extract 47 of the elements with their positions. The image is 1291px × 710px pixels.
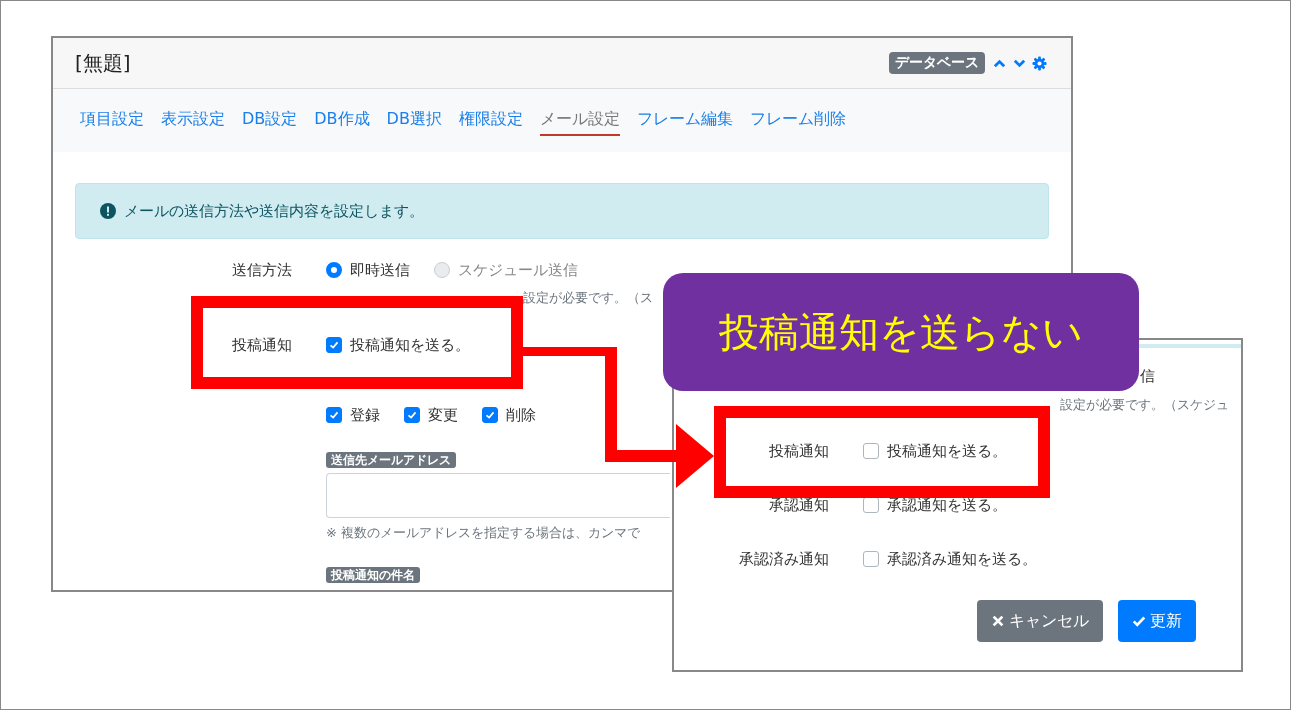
- exclamation-icon: [100, 203, 116, 219]
- help-text: ※ 複数のメールアドレスを指定する場合は、カンマで: [326, 525, 641, 540]
- settings-tab[interactable]: フレーム削除: [749, 105, 846, 136]
- field-label: 送信方法: [231, 260, 292, 280]
- checkbox[interactable]: [863, 443, 879, 459]
- callout: 投稿通知を送らない: [663, 273, 1139, 391]
- checkbox[interactable]: [863, 551, 879, 567]
- field-label: 投稿通知: [768, 441, 829, 461]
- checkbox[interactable]: [326, 337, 342, 353]
- checkbox[interactable]: [326, 407, 342, 423]
- checkbox-label: 投稿通知を送る。: [350, 335, 470, 355]
- checkbox[interactable]: [482, 407, 498, 423]
- plugin-badge: データベース: [889, 52, 985, 74]
- checkbox-label: 承認通知を送る。: [887, 495, 1007, 515]
- checkbox-label: 削除: [506, 405, 536, 425]
- field-label: 承認通知: [768, 495, 829, 515]
- checkbox-label: 登録: [350, 405, 380, 425]
- settings-tab[interactable]: 項目設定: [80, 105, 144, 136]
- settings-icon[interactable]: [1032, 55, 1047, 71]
- settings-tab[interactable]: DB設定: [242, 105, 298, 136]
- option-label: 信: [1140, 367, 1155, 385]
- checkbox-label: 変更: [428, 405, 458, 425]
- checkbox-label: 投稿通知を送る。: [887, 441, 1007, 461]
- alert-text: メールの送信方法や送信内容を設定します。: [124, 201, 424, 221]
- checkbox-label: 承認済み通知を送る。: [887, 549, 1037, 569]
- settings-tab[interactable]: 表示設定: [161, 105, 225, 136]
- radio-button[interactable]: [326, 262, 342, 278]
- settings-tab[interactable]: メール設定: [539, 105, 620, 136]
- check-icon: [1132, 614, 1146, 628]
- update-button[interactable]: 更新: [1118, 600, 1196, 642]
- field-badge: 投稿通知の件名: [326, 567, 420, 583]
- cancel-button[interactable]: キャンセル: [977, 600, 1103, 642]
- field-label: 承認済み通知: [738, 549, 829, 569]
- settings-tab[interactable]: フレーム編集: [636, 105, 733, 136]
- settings-tab[interactable]: DB作成: [314, 105, 370, 136]
- field-badge: 送信先メールアドレス: [326, 452, 456, 468]
- settings-tab[interactable]: 権限設定: [458, 105, 523, 136]
- settings-tab[interactable]: DB選択: [386, 105, 442, 136]
- help-text: 設定が必要です。（スケジュ: [1060, 397, 1229, 412]
- help-text: 設定が必要です。（ス: [523, 289, 653, 307]
- email-input[interactable]: [326, 473, 670, 518]
- close-icon: [991, 614, 1005, 628]
- frame-title: [無題]: [75, 49, 131, 77]
- checkbox[interactable]: [404, 407, 420, 423]
- radio-label: スケジュール送信: [458, 260, 578, 280]
- field-label: 投稿通知: [231, 335, 292, 355]
- radio-label: 即時送信: [350, 260, 410, 280]
